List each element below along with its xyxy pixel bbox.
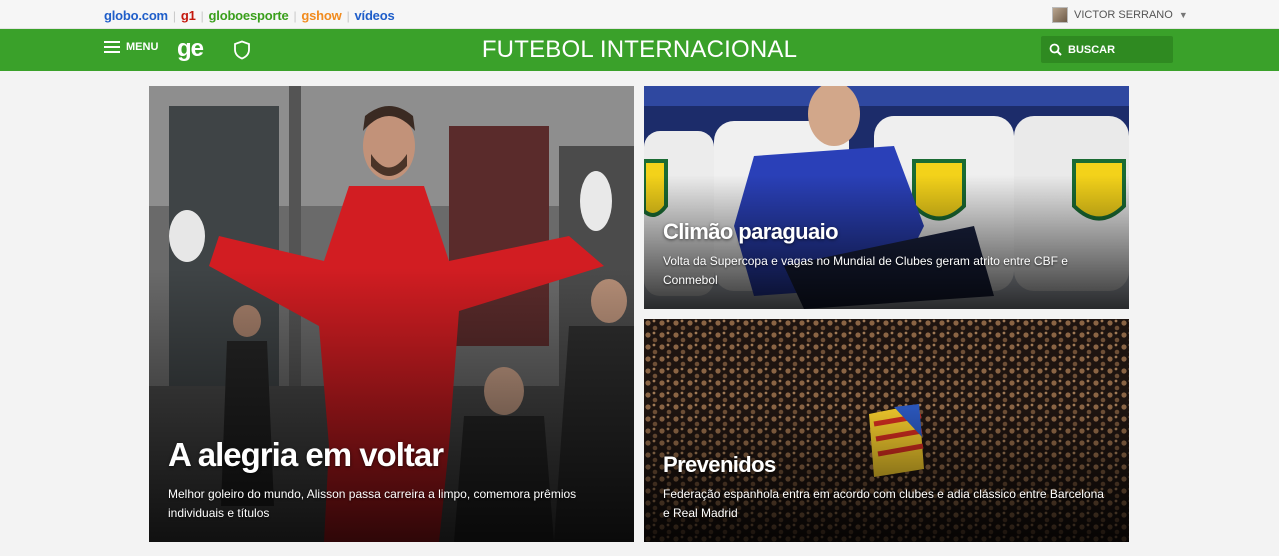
headline-card-main[interactable]: A alegria em voltar Melhor goleiro do mu… <box>149 86 634 542</box>
globoesporte-link[interactable]: globoesporte <box>209 8 289 23</box>
card-subtitle[interactable]: Volta da Supercopa e vagas no Mundial de… <box>663 252 1105 290</box>
separator: | <box>346 8 350 23</box>
headline-card-top[interactable]: Climão paraguaio Volta da Supercopa e va… <box>644 86 1129 309</box>
separator: | <box>293 8 297 23</box>
globo-com-link[interactable]: globo.com <box>104 8 168 23</box>
card-title[interactable]: A alegria em voltar <box>168 436 610 474</box>
videos-link[interactable]: vídeos <box>355 8 395 23</box>
gshow-link[interactable]: gshow <box>301 8 341 23</box>
card-subtitle[interactable]: Federação espanhola entra em acordo com … <box>663 485 1105 523</box>
user-name: VICTOR SERRANO <box>1074 9 1173 21</box>
globo-network-links: globo.com | g1 | globoesporte | gshow | … <box>104 8 395 23</box>
separator: | <box>172 8 176 23</box>
globo-top-bar: globo.com | g1 | globoesporte | gshow | … <box>0 0 1279 29</box>
headline-card-bottom[interactable]: Prevenidos Federação espanhola entra em … <box>644 319 1129 542</box>
card-text: Climão paraguaio Volta da Supercopa e va… <box>663 219 1105 290</box>
site-header: MENU ge FUTEBOL INTERNACIONAL BUSCAR <box>0 29 1279 71</box>
user-menu[interactable]: VICTOR SERRANO ▼ <box>1052 7 1188 23</box>
avatar <box>1052 7 1068 23</box>
card-subtitle[interactable]: Melhor goleiro do mundo, Alisson passa c… <box>168 485 610 523</box>
search-icon <box>1049 43 1062 56</box>
card-text: A alegria em voltar Melhor goleiro do mu… <box>168 436 610 523</box>
card-title[interactable]: Prevenidos <box>663 452 1105 478</box>
chevron-down-icon: ▼ <box>1178 10 1188 20</box>
search-label: BUSCAR <box>1068 43 1116 56</box>
search-button[interactable]: BUSCAR <box>1041 36 1173 63</box>
g1-link[interactable]: g1 <box>181 8 196 23</box>
separator: | <box>200 8 204 23</box>
card-text: Prevenidos Federação espanhola entra em … <box>663 452 1105 523</box>
card-title[interactable]: Climão paraguaio <box>663 219 1105 245</box>
